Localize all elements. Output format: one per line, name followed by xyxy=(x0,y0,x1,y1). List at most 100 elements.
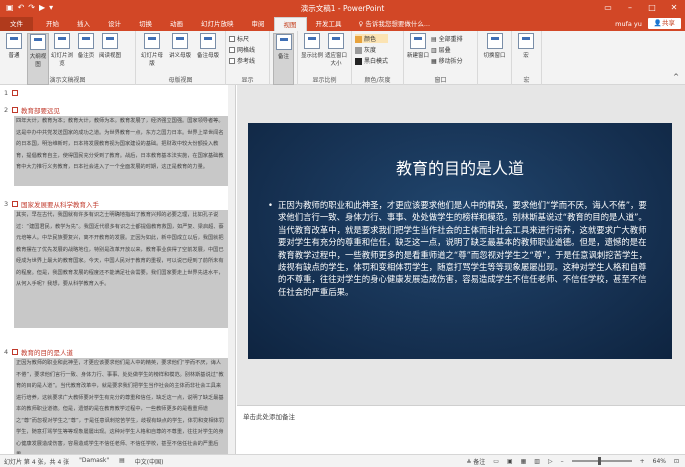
slide-sorter-status-icon[interactable]: ▦ xyxy=(521,458,527,465)
group-notes: 备注 xyxy=(270,31,298,85)
color-option[interactable]: 颜色 xyxy=(355,34,389,43)
zoom-level[interactable]: 64% xyxy=(653,458,666,465)
reading-view-status-icon[interactable]: ▥ xyxy=(534,458,540,465)
slide-icon xyxy=(12,90,18,96)
outline-text[interactable]: 四年大计，教育为本；教育大计，教师为本。教育发展了，经济强立国强。国家领导者等。… xyxy=(14,116,228,186)
group-switch-windows: 切换窗口 xyxy=(478,31,512,85)
macros-icon xyxy=(518,33,534,49)
slide-icon xyxy=(12,107,18,113)
slide-title[interactable]: 教育的目的是人道 xyxy=(248,155,672,179)
minimize-icon[interactable]: – xyxy=(619,0,641,16)
tab-design[interactable]: 设计 xyxy=(99,17,130,31)
handout-master-icon xyxy=(172,33,188,49)
group-zoom: 显示比例 适应窗口大小 显示比例 xyxy=(298,31,352,85)
group-label: 显示比例 xyxy=(312,77,337,84)
notes-toggle[interactable]: ≜ 备注 xyxy=(466,457,485,466)
slide-master-icon xyxy=(144,33,160,49)
notes-page-icon xyxy=(78,33,94,49)
black-white-option[interactable]: 黑白模式 xyxy=(355,56,388,65)
slide-sorter-icon xyxy=(54,33,70,49)
group-label: 颜色/灰度 xyxy=(364,77,391,84)
notes-icon xyxy=(275,34,292,50)
save-icon[interactable]: ▣ xyxy=(6,0,14,16)
person-icon: 👤 xyxy=(653,19,662,27)
tab-view[interactable]: 视图 xyxy=(273,17,307,31)
language-indicator[interactable]: 中文(中国) xyxy=(135,457,164,466)
maximize-icon[interactable]: □ xyxy=(641,0,663,16)
group-label: 母版视图 xyxy=(168,77,193,84)
outline-text[interactable]: 正因为教师的职业和此神圣，才更应该要求他们是人中的精英，要求他们“学而不厌，诲人… xyxy=(14,358,228,454)
slideshow-status-icon[interactable]: ▷ xyxy=(548,458,553,465)
move-split-icon: ▦ xyxy=(431,58,439,65)
zoom-in-icon[interactable]: + xyxy=(640,458,645,465)
outline-title[interactable]: 教育部要远见 xyxy=(21,105,60,115)
start-from-beginning-icon[interactable]: ▶ xyxy=(39,0,45,16)
user-name[interactable]: mufa yu xyxy=(615,17,648,31)
tell-me-search[interactable]: ♀ 告诉我您想要做什么... xyxy=(351,17,616,31)
grayscale-swatch-icon xyxy=(355,47,362,54)
guides-checkbox[interactable]: 参考线 xyxy=(229,56,255,65)
tab-transitions[interactable]: 切换 xyxy=(130,17,161,31)
outline-scrollbar[interactable] xyxy=(228,85,235,454)
notes-placeholder[interactable]: 单击此处添加备注 xyxy=(243,411,295,421)
notes-pane[interactable]: 单击此处添加备注 xyxy=(237,405,685,454)
tab-home[interactable]: 开始 xyxy=(37,17,68,31)
spellcheck-icon[interactable]: ▤ xyxy=(119,457,125,466)
quick-access-toolbar: ▣ ↶ ↷ ▶ ▾ xyxy=(0,0,120,16)
cascade-button[interactable]: ▥ 层叠 xyxy=(431,45,463,54)
collapse-ribbon-icon[interactable]: ^ xyxy=(673,73,679,81)
zoom-out-icon[interactable]: – xyxy=(561,458,564,465)
group-label: 演示文稿视图 xyxy=(49,77,86,84)
outline-slide-1[interactable]: 1 xyxy=(0,88,235,98)
ribbon: 普通 大纲视图 幻灯片浏览 备注页 阅读视图 演示文稿视图 幻灯片母版 讲义母版… xyxy=(0,31,685,85)
outline-title[interactable]: 教育的目的是人道 xyxy=(21,347,73,357)
slide-body-text[interactable]: • 正因为教师的职业和此神圣，才更应该要求他们是人中的精英，要求他们“学而不厌，… xyxy=(268,199,648,298)
group-presentation-views: 普通 大纲视图 幻灯片浏览 备注页 阅读视图 演示文稿视图 xyxy=(0,31,136,85)
slide-icon xyxy=(12,201,18,207)
normal-view-status-icon[interactable]: ▣ xyxy=(507,458,513,465)
zoom-slider[interactable] xyxy=(571,457,632,465)
current-slide[interactable]: 教育的目的是人道 • 正因为教师的职业和此神圣，才更应该要求他们是人中的精英，要… xyxy=(248,123,672,359)
new-window-icon xyxy=(410,33,426,49)
switch-windows-icon xyxy=(486,33,503,49)
window-title: 演示文稿1 - PowerPoint xyxy=(300,3,385,13)
undo-icon[interactable]: ↶ xyxy=(18,0,25,16)
arrange-all-button[interactable]: ▤ 全部重排 xyxy=(431,34,463,43)
outline-title[interactable]: 国家发展要从科学教育入手 xyxy=(21,199,99,209)
move-split-button[interactable]: ▦ 移动拆分 xyxy=(431,56,463,65)
tab-slideshow[interactable]: 幻灯片放映 xyxy=(192,17,243,31)
title-bar: ▣ ↶ ↷ ▶ ▾ 演示文稿1 - PowerPoint ▭ – □ ✕ xyxy=(0,0,685,16)
notes-master-icon xyxy=(200,33,216,49)
group-color-grayscale: 颜色 灰度 黑白模式 颜色/灰度 xyxy=(352,31,404,85)
fit-slide-icon[interactable]: ⊡ xyxy=(674,458,679,465)
notes-button[interactable]: 备注 xyxy=(273,33,294,85)
tab-file[interactable]: 文件 xyxy=(0,17,33,31)
tab-developer[interactable]: 开发工具 xyxy=(307,17,351,31)
outline-text[interactable]: 其实，早在古代，我国就有许多有识之士明确地指出了教育兴邦的必要之理，比如孔子说过… xyxy=(14,210,228,328)
tab-review[interactable]: 审阅 xyxy=(243,17,274,31)
slide-icon xyxy=(12,349,18,355)
group-label: 显示 xyxy=(241,77,254,84)
share-button[interactable]: 👤共享 xyxy=(647,18,681,29)
slide-editing-area: 教育的目的是人道 • 正因为教师的职业和此神圣，才更应该要求他们是人中的精英，要… xyxy=(237,85,685,405)
outline-slide-4[interactable]: 4 教育的目的是人道 正因为教师的职业和此神圣，才更应该要求他们是人中的精英，要求… xyxy=(0,346,235,454)
tab-animations[interactable]: 动画 xyxy=(161,17,192,31)
outline-view-icon xyxy=(30,34,46,50)
outline-slide-3[interactable]: 3 国家发展要从科学教育入手 其实，早在古代，我国就有许多有识之士明确地指出了教育… xyxy=(0,198,235,328)
comments-icon[interactable]: ▭ xyxy=(493,458,499,465)
outline-pane[interactable]: 1 2 教育部要远见 四年大计，教育为本；教育大计，教师为本。教育发展了，经济强立… xyxy=(0,85,236,454)
gridlines-checkbox[interactable]: 网格线 xyxy=(229,45,255,54)
tab-insert[interactable]: 插入 xyxy=(68,17,99,31)
arrange-all-icon: ▤ xyxy=(431,36,439,43)
switch-windows-button[interactable]: 切换窗口 xyxy=(481,33,508,85)
ruler-checkbox[interactable]: 标尺 xyxy=(229,34,255,43)
redo-icon[interactable]: ↷ xyxy=(28,0,35,16)
ribbon-display-icon[interactable]: ▭ xyxy=(597,0,619,16)
status-bar: 幻灯片 第 4 张，共 4 张 "Damask" ▤ 中文(中国) ≜ 备注 ▭… xyxy=(0,454,685,467)
bullet-icon: • xyxy=(268,200,273,210)
close-icon[interactable]: ✕ xyxy=(663,0,685,16)
fit-to-window-icon xyxy=(328,33,344,49)
customize-icon[interactable]: ▾ xyxy=(49,0,53,16)
outline-slide-2[interactable]: 2 教育部要远见 四年大计，教育为本；教育大计，教师为本。教育发展了，经济强立国强… xyxy=(0,104,235,186)
grayscale-option[interactable]: 灰度 xyxy=(355,45,388,54)
